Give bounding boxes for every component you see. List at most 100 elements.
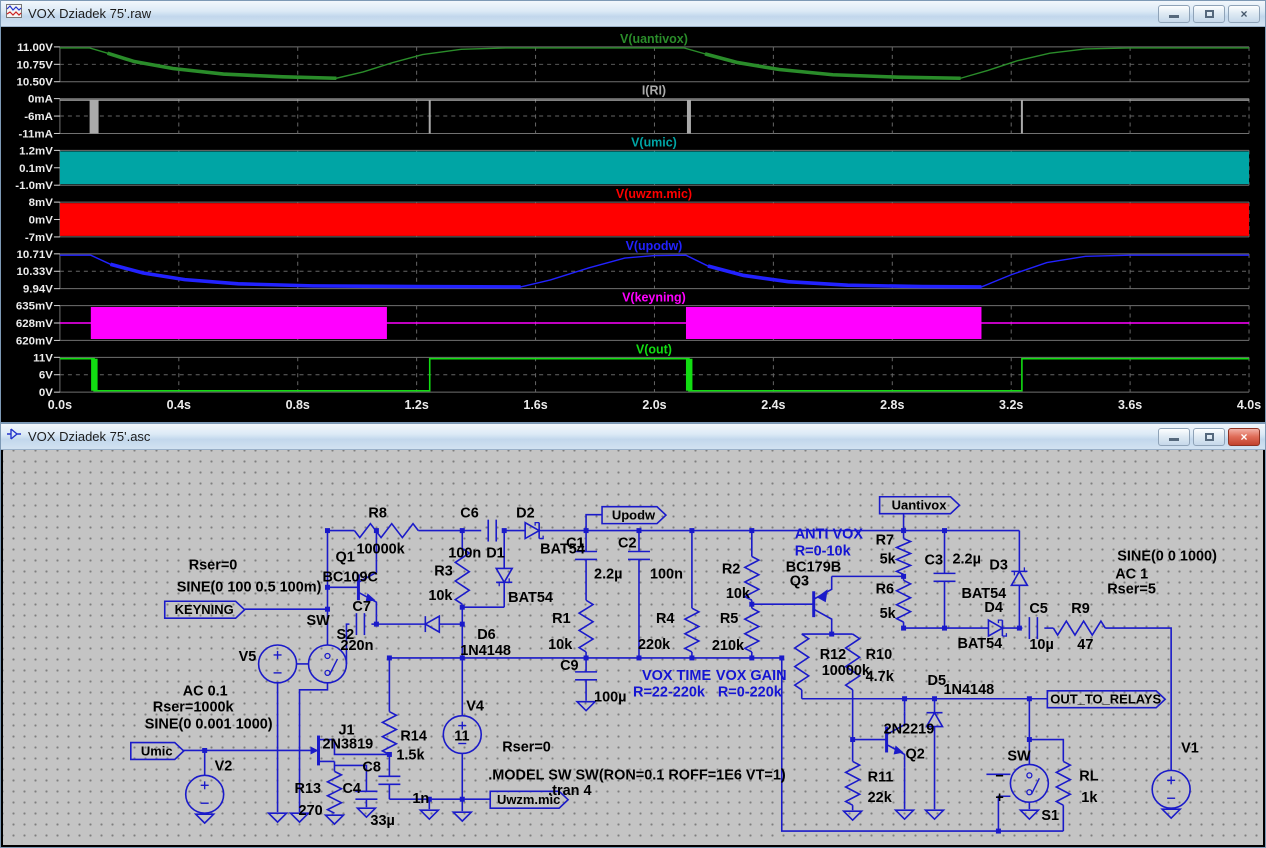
trace-label[interactable]: V(umic)	[631, 135, 677, 149]
component-label[interactable]: 10000k	[356, 541, 405, 557]
component-label[interactable]: 210k	[712, 638, 745, 654]
component-label[interactable]: 10µ	[1029, 637, 1053, 653]
component-label[interactable]: +	[995, 790, 1003, 806]
sym-res[interactable]	[897, 580, 911, 622]
sym-gnd[interactable]	[269, 813, 287, 822]
component-label[interactable]: R12	[820, 647, 847, 663]
component-label[interactable]: 10k	[428, 588, 453, 604]
sym-gnd[interactable]	[926, 810, 944, 819]
component-label[interactable]: 47	[1077, 637, 1093, 653]
component-label[interactable]: V4	[466, 699, 484, 715]
sym-dio[interactable]	[496, 568, 512, 586]
component-label[interactable]: D2	[516, 506, 535, 522]
wire[interactable]	[1029, 740, 1063, 762]
sym-gnd[interactable]	[1162, 809, 1180, 818]
component-label[interactable]: 2N2219	[884, 722, 935, 738]
component-label[interactable]: Rser=1000k	[153, 700, 235, 716]
component-label[interactable]: C5	[1029, 601, 1048, 617]
component-label[interactable]: D6	[477, 627, 496, 643]
trace-label[interactable]: V(upodw)	[626, 239, 683, 253]
component-label[interactable]: R13	[295, 781, 322, 797]
component-label[interactable]: BC109C	[322, 569, 378, 585]
component-label[interactable]: C9	[560, 658, 579, 674]
component-label[interactable]: R=0-10k	[795, 543, 852, 559]
component-label[interactable]: R11	[868, 769, 894, 785]
component-label[interactable]: 11	[454, 729, 469, 745]
component-label[interactable]: R8	[368, 506, 387, 522]
sym-vsrc[interactable]	[186, 775, 224, 813]
component-label[interactable]: VOX GAIN	[716, 668, 787, 684]
component-label[interactable]: 1.5k	[396, 747, 425, 763]
trace-label[interactable]: V(out)	[636, 342, 672, 356]
component-label[interactable]: R4	[656, 611, 675, 627]
component-label[interactable]: D1	[486, 545, 505, 561]
trace-label[interactable]: V(uwzm.mic)	[616, 187, 692, 201]
component-label[interactable]: 100µ	[594, 690, 626, 706]
sym-cap[interactable]	[934, 573, 956, 581]
component-label[interactable]: Rser=0	[189, 557, 238, 573]
component-label[interactable]: AC 1	[1115, 566, 1148, 582]
sym-res[interactable]	[354, 524, 418, 538]
component-label[interactable]: 10k	[726, 586, 751, 602]
component-label[interactable]: BAT54	[508, 590, 553, 606]
sym-dio[interactable]	[988, 620, 1006, 636]
sym-cap[interactable]	[488, 520, 496, 542]
component-label[interactable]: 5k	[880, 606, 897, 622]
component-label[interactable]: SINE(0 0.001 1000)	[145, 717, 273, 733]
component-label[interactable]: 2.2µ	[594, 566, 622, 582]
component-label[interactable]: .MODEL SW SW(RON=0.1 ROFF=1E6 VT=1)	[488, 767, 786, 783]
component-label[interactable]: C1	[566, 536, 585, 552]
component-label[interactable]: ANTI VOX	[795, 527, 864, 543]
trace-label[interactable]: V(uantivox)	[620, 32, 688, 46]
component-label[interactable]: 1k	[1081, 790, 1098, 806]
sym-dio[interactable]	[525, 523, 543, 539]
net-flag-upodw[interactable]: Upodw	[602, 507, 666, 524]
component-label[interactable]: 2.2µ	[952, 551, 980, 567]
sym-vsrc[interactable]	[259, 645, 297, 683]
trace-label[interactable]: V(keyning)	[622, 291, 686, 305]
close-button[interactable]: ×	[1228, 5, 1260, 23]
component-label[interactable]: 10k	[548, 637, 573, 653]
component-label[interactable]: C7	[352, 599, 371, 615]
sym-cap[interactable]	[628, 551, 650, 559]
net-flag-umic[interactable]: Umic	[131, 743, 184, 760]
sym-gnd[interactable]	[325, 815, 343, 824]
component-label[interactable]: R=0-220k	[718, 685, 783, 701]
component-label[interactable]: .tran 4	[548, 783, 591, 799]
sym-cap[interactable]	[378, 776, 400, 784]
wave-pane-4[interactable]: 10.71V10.33V9.94VV(upodw)	[17, 239, 1249, 296]
component-label[interactable]: R1	[552, 611, 571, 627]
close-button[interactable]: ×	[1228, 428, 1260, 446]
component-label[interactable]: R2	[722, 561, 741, 577]
component-label[interactable]: R3	[434, 563, 453, 579]
sym-res[interactable]	[685, 608, 699, 652]
component-label[interactable]: SW	[1007, 748, 1031, 764]
schematic-canvas[interactable]: KEYNINGUmicUwzm.micUpodwUantivoxOUT_TO_R…	[3, 450, 1263, 845]
wave-pane-0[interactable]: 11.00V10.75V10.50VV(uantivox)	[17, 32, 1249, 89]
waveform-titlebar[interactable]: VOX Dziadek 75'.raw ×	[1, 1, 1265, 27]
sym-res[interactable]	[897, 539, 911, 575]
component-label[interactable]: 2N3819	[322, 737, 373, 753]
component-label[interactable]: R9	[1071, 601, 1090, 617]
component-label[interactable]: R10	[866, 647, 893, 663]
sym-res[interactable]	[327, 771, 341, 813]
sym-gnd[interactable]	[896, 810, 914, 819]
component-label[interactable]: C2	[618, 536, 637, 552]
sym-dio[interactable]	[425, 616, 439, 632]
waveform-canvas[interactable]: 11.00V10.75V10.50VV(uantivox)0mA-6mA-11m…	[3, 27, 1263, 420]
sym-gnd[interactable]	[453, 812, 471, 821]
component-label[interactable]: Q3	[790, 573, 809, 589]
sym-cap[interactable]	[356, 613, 364, 635]
component-label[interactable]: D4	[984, 600, 1003, 616]
component-label[interactable]: 1N4148	[944, 682, 995, 698]
component-label[interactable]: 22k	[868, 790, 893, 806]
component-label[interactable]: R7	[876, 533, 895, 549]
sym-res[interactable]	[745, 608, 759, 652]
sym-res[interactable]	[846, 761, 860, 805]
component-label[interactable]: C4	[342, 781, 361, 797]
sym-pnp[interactable]	[814, 576, 832, 632]
component-label[interactable]: D3	[989, 557, 1008, 573]
wave-pane-6[interactable]: 11V6V0VV(out)	[33, 342, 1249, 399]
component-label[interactable]: 100n	[650, 566, 683, 582]
wave-pane-3[interactable]: 8mV0mV-7mVV(uwzm.mic)	[25, 187, 1249, 244]
